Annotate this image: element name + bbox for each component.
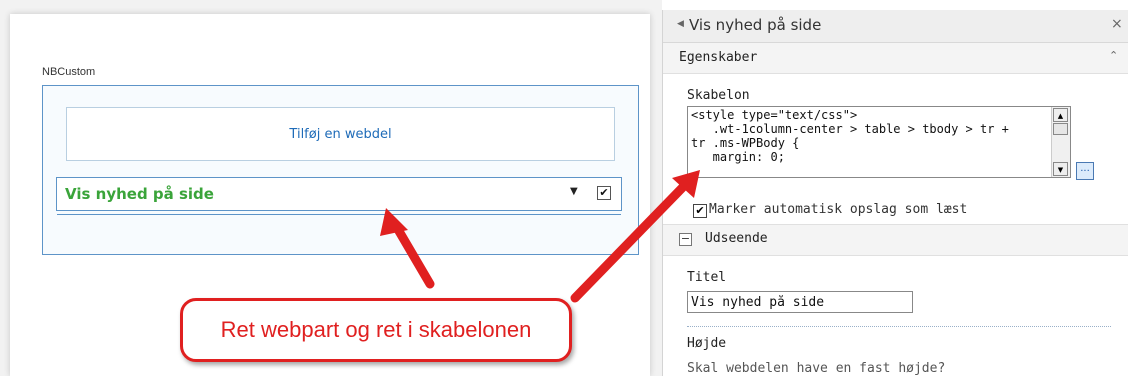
scroll-down-icon[interactable]: ▼ bbox=[1053, 162, 1068, 176]
appearance-section-header[interactable]: − Udseende bbox=[663, 224, 1128, 256]
scroll-up-icon[interactable]: ▲ bbox=[1053, 108, 1068, 122]
title-label: Titel bbox=[687, 270, 727, 285]
tool-pane-title: Vis nyhed på side bbox=[689, 16, 822, 34]
section-divider bbox=[687, 326, 1111, 327]
auto-mark-read-checkbox[interactable]: ✔ bbox=[693, 204, 707, 218]
template-text[interactable]: <style type="text/css"> .wt-1column-cent… bbox=[691, 108, 1047, 164]
annotation-callout: Ret webpart og ret i skabelonen bbox=[180, 298, 572, 362]
template-label: Skabelon bbox=[687, 88, 750, 103]
zone-label: NBCustom bbox=[42, 66, 96, 78]
expand-toggle-icon[interactable]: − bbox=[679, 233, 692, 246]
properties-section-title: Egenskaber bbox=[679, 50, 758, 65]
scrollbar-thumb[interactable] bbox=[1053, 123, 1068, 135]
auto-mark-read-label: Marker automatisk opslag som læst bbox=[709, 202, 968, 217]
add-webpart-link[interactable]: Tilføj en webdel bbox=[66, 107, 615, 161]
tool-pane-header: ◀ Vis nyhed på side × bbox=[663, 10, 1128, 43]
height-question: Skal webdelen have en fast højde? bbox=[687, 361, 946, 376]
title-input[interactable] bbox=[687, 291, 913, 313]
webpart-menu-icon[interactable]: ▼ bbox=[570, 186, 578, 197]
webpart-select-checkbox[interactable]: ✔ bbox=[597, 186, 611, 200]
tool-pane: ◀ Vis nyhed på side × Egenskaber ⌃ Skabe… bbox=[662, 10, 1128, 376]
collapse-pane-icon[interactable]: ◀ bbox=[677, 19, 684, 29]
template-textarea[interactable]: <style type="text/css"> .wt-1column-cent… bbox=[687, 106, 1071, 178]
appearance-section-title: Udseende bbox=[705, 231, 768, 246]
webpart-divider bbox=[57, 214, 621, 215]
close-icon[interactable]: × bbox=[1111, 16, 1123, 32]
template-scrollbar[interactable]: ▲ ▼ bbox=[1051, 107, 1070, 177]
collapse-section-icon[interactable]: ⌃ bbox=[1109, 49, 1118, 62]
webpart-title: Vis nyhed på side bbox=[65, 185, 214, 203]
annotation-text: Ret webpart og ret i skabelonen bbox=[220, 317, 532, 342]
webpart-header: Vis nyhed på side ▼ ✔ bbox=[56, 177, 622, 215]
properties-section-header[interactable]: Egenskaber ⌃ bbox=[663, 43, 1128, 74]
height-label: Højde bbox=[687, 336, 727, 351]
template-builder-button[interactable]: ... bbox=[1076, 162, 1094, 180]
